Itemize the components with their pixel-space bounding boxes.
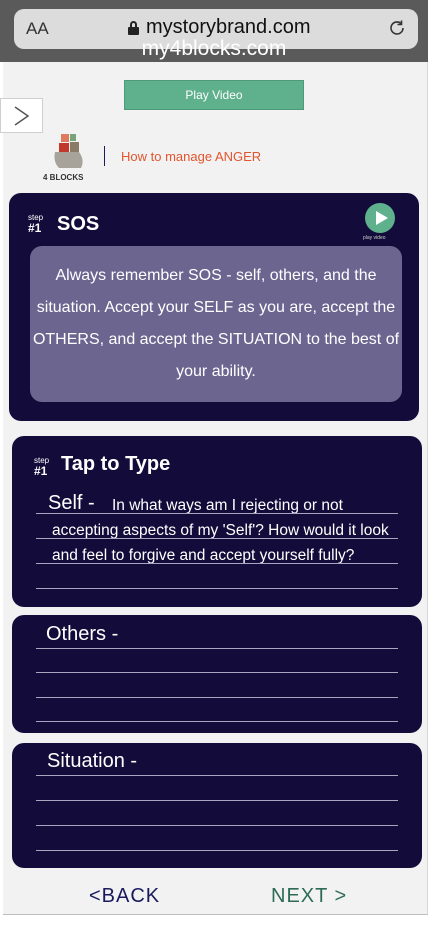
writing-line xyxy=(36,588,398,589)
writing-line xyxy=(36,775,398,776)
card-title: SOS xyxy=(57,213,100,235)
writing-line xyxy=(36,825,398,826)
subtitle-prefix: How to manage xyxy=(121,149,215,164)
others-label: Others - xyxy=(46,623,119,645)
next-button[interactable]: NEXT > xyxy=(271,885,347,908)
subtitle-emphasis: ANGER xyxy=(214,149,262,164)
logo-text: 4 BLOCKS xyxy=(43,173,84,182)
text-size-button[interactable]: AA xyxy=(26,19,49,39)
writing-line xyxy=(36,538,398,539)
writing-line xyxy=(36,697,398,698)
step-number: #1 xyxy=(34,464,48,478)
self-question: In what ways am I rejecting or not accep… xyxy=(52,497,389,564)
sos-description: Always remember SOS - self, others, and … xyxy=(30,246,402,402)
writing-line xyxy=(36,721,398,722)
site-title: my4blocks.com xyxy=(141,37,287,60)
writing-line xyxy=(36,563,398,564)
play-video-label: play video xyxy=(363,235,386,241)
writing-line xyxy=(36,800,398,801)
writing-line xyxy=(36,648,398,649)
card-title: Tap to Type xyxy=(61,453,171,475)
writing-line xyxy=(36,850,398,851)
step-badge: step #1 xyxy=(34,457,49,478)
writing-line xyxy=(36,672,398,673)
play-video-icon[interactable] xyxy=(365,203,395,233)
writing-line xyxy=(36,513,398,514)
url-text[interactable]: mystorybrand.com xyxy=(146,16,311,39)
divider xyxy=(104,146,105,166)
self-entry-card[interactable]: step #1 Tap to Type Self - In what ways … xyxy=(12,436,422,607)
step-badge: step #1 xyxy=(28,214,43,235)
page-subtitle: How to manage ANGER xyxy=(121,149,261,164)
logo-graphic xyxy=(54,134,83,168)
chevron-right-icon xyxy=(14,106,30,126)
browser-toolbar: AA mystorybrand.com my4blocks.com xyxy=(0,0,428,62)
others-entry-card[interactable]: Others - xyxy=(12,615,422,733)
play-triangle-icon xyxy=(376,211,388,225)
back-button[interactable]: <BACK xyxy=(89,885,160,908)
sos-card: step #1 SOS play video Always remember S… xyxy=(9,193,419,421)
situation-label: Situation - xyxy=(47,750,138,772)
step-number: #1 xyxy=(28,221,42,235)
four-blocks-logo: 4 BLOCKS xyxy=(43,132,88,182)
situation-entry-card[interactable]: Situation - xyxy=(12,743,422,868)
page-content: Play Video 4 BLOCKS How to manage ANGER … xyxy=(0,62,428,915)
lock-icon xyxy=(128,21,139,35)
side-menu-toggle[interactable] xyxy=(0,98,43,133)
play-video-button[interactable]: Play Video xyxy=(124,80,304,110)
reload-icon[interactable] xyxy=(388,19,406,37)
